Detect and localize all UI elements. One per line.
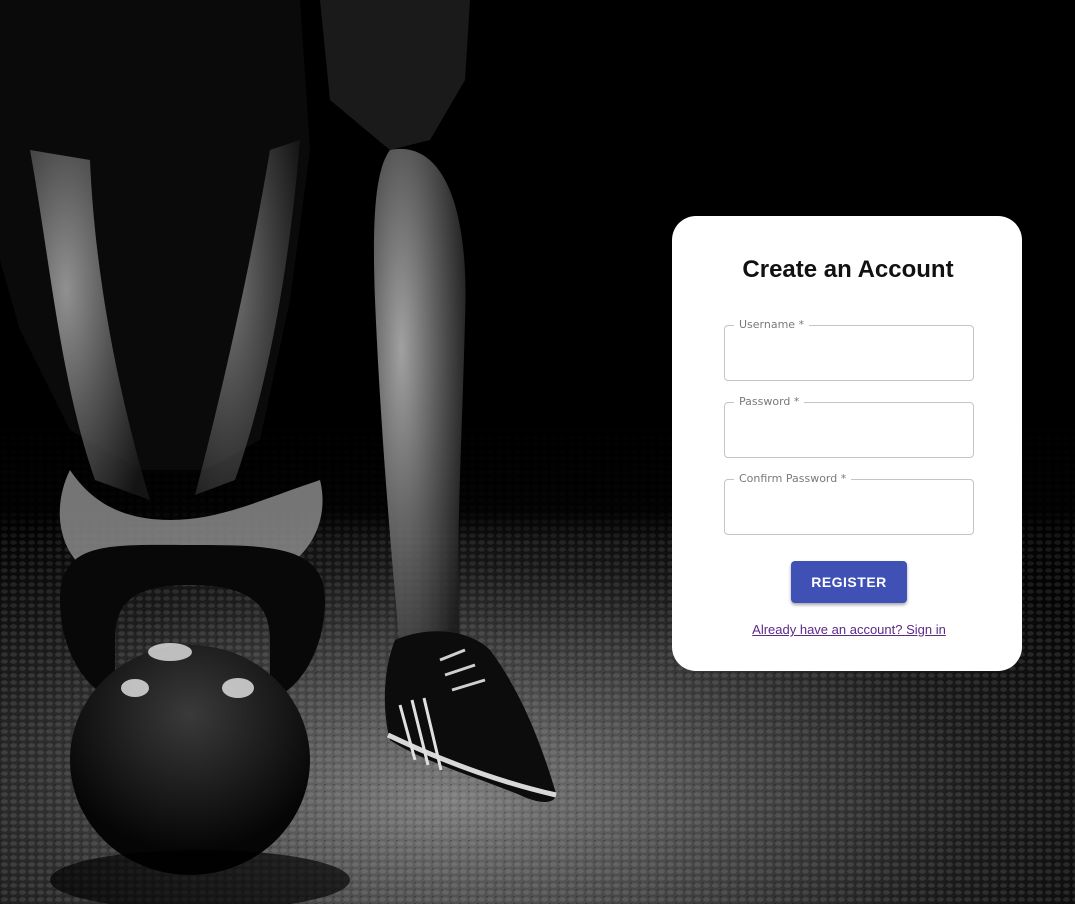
confirm-password-field[interactable]: Confirm Password * (724, 472, 974, 535)
confirm-password-input[interactable] (725, 480, 973, 534)
password-field[interactable]: Password * (724, 395, 974, 458)
password-input[interactable] (725, 403, 973, 457)
username-input[interactable] (725, 326, 973, 380)
username-label: Username * (734, 318, 810, 332)
page-title: Create an Account (742, 256, 954, 283)
username-field[interactable]: Username * (724, 318, 974, 381)
confirm-password-label: Confirm Password * (734, 472, 852, 486)
register-card: Create an Account Username * Password * … (672, 216, 1022, 671)
password-label: Password * (734, 395, 805, 409)
register-button[interactable]: REGISTER (791, 561, 907, 603)
sign-in-link[interactable]: Already have an account? Sign in (672, 622, 1022, 637)
